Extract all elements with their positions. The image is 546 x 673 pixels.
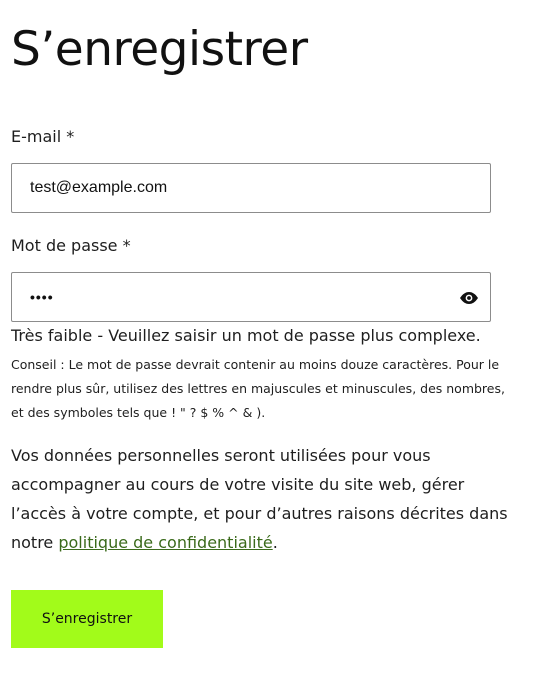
password-hint: Conseil : Le mot de passe devrait conten…: [11, 357, 505, 420]
password-label: Mot de passe *: [11, 236, 131, 255]
email-label: E-mail *: [11, 127, 75, 146]
page-title: S’enregistrer: [11, 22, 308, 77]
privacy-policy-link[interactable]: politique de confidentialité: [58, 533, 272, 552]
password-input[interactable]: [30, 273, 450, 321]
email-field-wrapper: [11, 163, 491, 213]
password-field-wrapper: [11, 272, 491, 322]
privacy-notice: Vos données personnelles seront utilisée…: [11, 441, 511, 557]
email-input[interactable]: [30, 164, 450, 212]
privacy-text-end: .: [272, 533, 278, 552]
password-strength-indicator: Très faible - Veuillez saisir un mot de …: [11, 326, 481, 345]
register-button[interactable]: S’enregistrer: [11, 590, 163, 648]
eye-icon[interactable]: [459, 288, 479, 308]
